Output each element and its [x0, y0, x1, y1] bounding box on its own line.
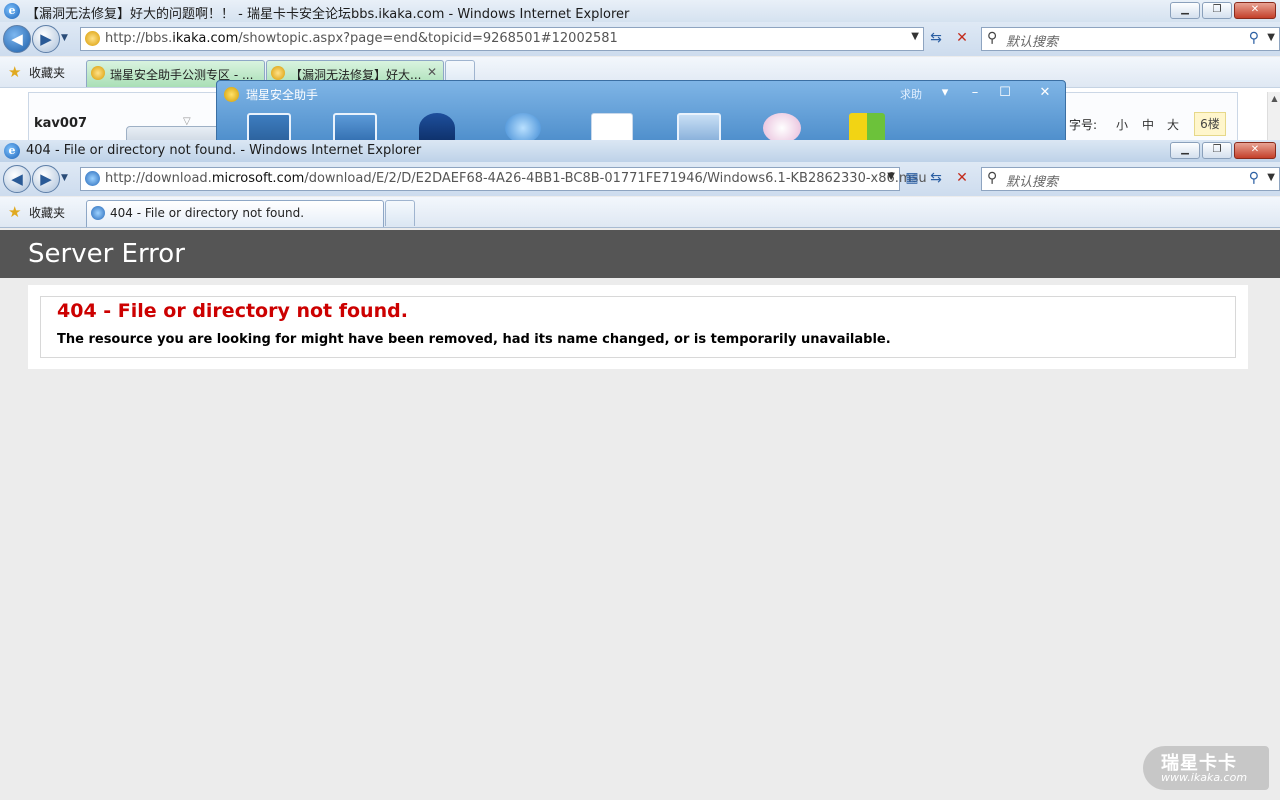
- history-dropdown-icon[interactable]: ▼: [61, 173, 68, 183]
- monitor-icon[interactable]: [247, 113, 291, 141]
- tab-ie-icon: [91, 206, 105, 220]
- back-scrollbar[interactable]: ▲: [1267, 92, 1280, 141]
- site-icon: [85, 31, 100, 46]
- favorites-label[interactable]: 收藏夹: [29, 64, 65, 81]
- font-size-label: 字号:: [1069, 118, 1098, 132]
- refresh-icon[interactable]: ⇆: [925, 27, 947, 49]
- error-fieldset: 404 - File or directory not found. The r…: [40, 296, 1236, 358]
- back-window-title: 【漏洞无法修复】好大的问题啊！！ - 瑞星卡卡安全论坛bbs.ikaka.com…: [26, 7, 630, 22]
- front-window-title: 404 - File or directory not found. - Win…: [26, 143, 422, 158]
- front-tab-1[interactable]: 404 - File or directory not found.: [86, 200, 384, 227]
- front-address-row: ◀ ▶ ▼ http://download.microsoft.com/down…: [0, 162, 1280, 196]
- search-placeholder: 默认搜索: [1006, 175, 1059, 190]
- back-address-url: http://bbs.ikaka.com/showtopic.aspx?page…: [105, 31, 618, 46]
- back-address-bar[interactable]: http://bbs.ikaka.com/showtopic.aspx?page…: [80, 27, 924, 51]
- font-size-large[interactable]: 大: [1167, 116, 1179, 133]
- address-dropdown-icon[interactable]: ▼: [911, 31, 919, 42]
- back-search-box[interactable]: ⚲ 默认搜索 ⚲ ▼: [981, 27, 1280, 51]
- search-go-icon[interactable]: ⚲: [1249, 170, 1259, 186]
- popup-close-button[interactable]: ✕: [1032, 84, 1058, 101]
- search-placeholder: 默认搜索: [1006, 35, 1059, 50]
- favorites-star-icon[interactable]: ★: [8, 63, 21, 81]
- popup-title: 瑞星安全助手: [246, 88, 319, 102]
- floor-badge: 6楼: [1194, 112, 1226, 136]
- front-address-url: http://download.microsoft.com/download/E…: [105, 171, 927, 186]
- server-error-header: Server Error: [0, 230, 1280, 278]
- front-favorites-bar: ★ 收藏夹 404 - File or directory not found.: [0, 197, 1280, 228]
- history-dropdown-icon[interactable]: ▼: [61, 33, 68, 43]
- search-icon: ⚲: [987, 30, 998, 46]
- forward-button[interactable]: ▶: [32, 25, 60, 53]
- close-button[interactable]: ✕: [1234, 2, 1276, 19]
- window-icon[interactable]: [333, 113, 377, 141]
- tab-site-icon: [271, 66, 285, 80]
- error-message: The resource you are looking for might h…: [57, 332, 891, 347]
- popup-help-link[interactable]: 求助: [900, 86, 922, 102]
- ie-page-icon: [85, 171, 100, 186]
- server-error-title: Server Error: [28, 239, 185, 269]
- search-icon: ⚲: [987, 170, 998, 186]
- popup-menu-icon[interactable]: ▾: [932, 84, 958, 101]
- ikaka-watermark: 瑞星卡卡 www.ikaka.com: [1143, 746, 1269, 790]
- screen-icon[interactable]: [677, 113, 721, 141]
- ie-icon: e: [4, 3, 20, 19]
- back-button[interactable]: ◀: [3, 25, 31, 53]
- compatibility-view-icon[interactable]: ▦: [901, 167, 923, 189]
- minimize-button[interactable]: ▁: [1170, 2, 1200, 19]
- restore-button[interactable]: ❐: [1202, 2, 1232, 19]
- search-go-icon[interactable]: ⚲: [1249, 30, 1259, 46]
- error-content: 404 - File or directory not found. The r…: [28, 285, 1248, 369]
- stop-icon[interactable]: ✕: [951, 27, 973, 49]
- shield-icon[interactable]: [419, 113, 455, 141]
- minimize-button[interactable]: ▁: [1170, 142, 1200, 159]
- tab-label: 404 - File or directory not found.: [110, 206, 305, 220]
- back-window-titlebar[interactable]: e 【漏洞无法修复】好大的问题啊！！ - 瑞星卡卡安全论坛bbs.ikaka.c…: [0, 0, 1280, 23]
- tab-site-icon: [91, 66, 105, 80]
- apps-icon[interactable]: [849, 113, 885, 141]
- post-username[interactable]: kav007: [34, 116, 87, 131]
- font-size-small[interactable]: 小: [1116, 116, 1128, 133]
- forward-button[interactable]: ▶: [32, 165, 60, 193]
- back-address-row: ◀ ▶ ▼ http://bbs.ikaka.com/showtopic.asp…: [0, 22, 1280, 56]
- popup-maximize-button[interactable]: ☐: [992, 84, 1018, 101]
- search-dropdown-icon[interactable]: ▼: [1267, 172, 1275, 183]
- disc-icon[interactable]: [763, 113, 801, 141]
- ie-icon: e: [4, 143, 20, 159]
- favorites-star-icon[interactable]: ★: [8, 203, 21, 221]
- new-tab-button[interactable]: [385, 200, 415, 226]
- front-window-titlebar[interactable]: e 404 - File or directory not found. - W…: [0, 140, 1280, 163]
- refresh-icon[interactable]: ⇆: [925, 167, 947, 189]
- font-size-medium[interactable]: 中: [1142, 116, 1154, 133]
- back-button[interactable]: ◀: [3, 165, 31, 193]
- front-search-box[interactable]: ⚲ 默认搜索 ⚲ ▼: [981, 167, 1280, 191]
- tab-close-icon[interactable]: ✕: [427, 65, 437, 79]
- address-dropdown-icon[interactable]: ▼: [887, 171, 895, 182]
- document-icon[interactable]: [591, 113, 633, 141]
- error-heading: 404 - File or directory not found.: [57, 300, 408, 322]
- search-dropdown-icon[interactable]: ▼: [1267, 32, 1275, 43]
- stop-icon[interactable]: ✕: [951, 167, 973, 189]
- watermark-url: www.ikaka.com: [1161, 771, 1248, 784]
- close-button[interactable]: ✕: [1234, 142, 1276, 159]
- update-icon[interactable]: [505, 113, 541, 141]
- popup-minimize-button[interactable]: –: [962, 84, 988, 101]
- rising-assistant-popup: 瑞星安全助手 求助 ▾ – ☐ ✕: [216, 80, 1066, 142]
- rising-logo-icon: [224, 87, 239, 102]
- front-address-bar[interactable]: http://download.microsoft.com/download/E…: [80, 167, 927, 191]
- favorites-label[interactable]: 收藏夹: [29, 204, 65, 221]
- restore-button[interactable]: ❐: [1202, 142, 1232, 159]
